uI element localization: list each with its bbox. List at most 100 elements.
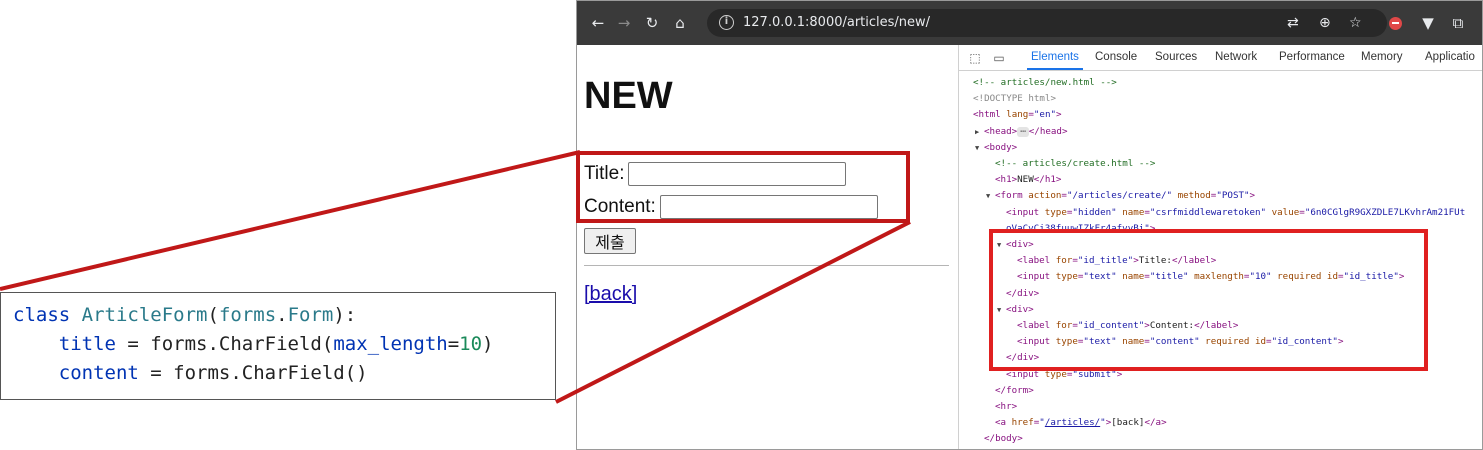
dom-token: Content: — [1149, 320, 1195, 331]
dom-line[interactable]: ▼ <div> — [997, 237, 1034, 253]
devtools-tab-sources[interactable]: Sources — [1155, 51, 1197, 63]
code-snippet: class ArticleForm(forms.Form): title = f… — [0, 292, 556, 400]
dom-line[interactable]: ▼ <form action="/articles/create/" method… — [986, 188, 1255, 204]
dom-token: name — [1116, 336, 1145, 348]
dom-token[interactable]: /articles/ — [1045, 417, 1100, 428]
home-icon[interactable]: ⌂ — [669, 12, 691, 34]
dom-token: "csrfmiddlewaretoken" — [1149, 206, 1267, 218]
zoom-icon[interactable]: ⊕ — [1319, 15, 1331, 31]
dom-token: "text" — [1083, 336, 1117, 348]
dom-line[interactable]: <!-- articles/create.html --> — [995, 156, 1155, 172]
collapsed-ellipsis-icon[interactable]: ⋯ — [1017, 126, 1029, 137]
dom-token: "POST" — [1216, 190, 1250, 202]
devtools-tab-performance[interactable]: Performance — [1279, 51, 1345, 63]
reload-icon[interactable]: ↻ — [641, 12, 663, 34]
arrow-right-icon[interactable]: → — [613, 12, 635, 34]
dom-token: action — [1028, 190, 1062, 202]
devtools-panel: ⬚ ▭ Elements Console Sources Network Perform… — [958, 45, 1482, 449]
expand-triangle-icon[interactable]: ▼ — [997, 237, 1006, 253]
title-input[interactable] — [628, 162, 847, 186]
dom-line[interactable]: ▼ <div> — [997, 302, 1034, 318]
content-input[interactable] — [659, 195, 878, 219]
dom-token: <!DOCTYPE html> — [973, 93, 1056, 105]
dom-token: </head> — [1028, 125, 1068, 137]
title-label: Title: — [584, 163, 625, 184]
devtools-tab-memory[interactable]: Memory — [1361, 51, 1403, 63]
dom-token: <div> — [1006, 239, 1034, 250]
url-text[interactable]: 127.0.0.1:8000/articles/new/ — [743, 15, 930, 30]
extension-block-icon[interactable] — [1389, 17, 1402, 30]
extension-v-icon[interactable]: ▼ — [1417, 12, 1439, 34]
dom-token: "id_content" — [1077, 320, 1145, 331]
dom-line[interactable]: <label for="id_title">Title:</label> — [1017, 253, 1216, 269]
device-toolbar-icon[interactable]: ▭ — [991, 50, 1007, 66]
extensions-puzzle-icon[interactable]: ⧉ — [1447, 12, 1469, 34]
code-token: ( — [207, 304, 219, 326]
devtools-tab-console[interactable]: Console — [1095, 51, 1137, 63]
dom-token: <input — [1006, 206, 1045, 218]
dom-token: <label — [1017, 255, 1056, 267]
dom-line[interactable]: <!DOCTYPE html> — [973, 91, 1056, 107]
dom-token: > — [1149, 222, 1156, 234]
code-token: Form — [287, 304, 334, 326]
submit-button[interactable]: 제출 — [584, 228, 636, 254]
dom-token: "id_title" — [1343, 271, 1399, 283]
expand-triangle-icon[interactable]: ▼ — [975, 140, 984, 156]
dom-line[interactable]: </div> — [1006, 286, 1039, 302]
dom-line[interactable]: <label for="id_content">Content:</label> — [1017, 318, 1238, 334]
devtools-tab-applicatio[interactable]: Applicatio — [1425, 51, 1475, 63]
info-icon[interactable]: i — [719, 15, 734, 30]
dom-token: <html — [973, 109, 1007, 121]
code-token: ): — [333, 304, 357, 326]
code-token: content — [58, 362, 139, 384]
dom-token: <!-- articles/create.html --> — [995, 158, 1156, 169]
code-token: max_length — [333, 333, 448, 355]
dom-line[interactable]: <input type="hidden" name="csrfmiddlewar… — [1006, 205, 1465, 221]
rendered-page: NEW Title: Content: 제출 [back] — [577, 45, 958, 449]
code-token: = forms.CharField( — [115, 333, 334, 355]
devtools-tab-elements[interactable]: Elements — [1027, 51, 1083, 70]
dom-line[interactable]: <html lang="en"> — [973, 107, 1062, 123]
dom-line[interactable]: oVaCvCi38fuuwIZkFr4afvvBi"> — [1006, 221, 1155, 237]
dom-token: required id — [1271, 271, 1338, 283]
dom-token: NEW — [1017, 174, 1034, 186]
dom-line[interactable]: <h1>NEW</h1> — [995, 172, 1061, 188]
translate-icon[interactable]: ⇄ — [1287, 15, 1299, 31]
devtools-tabbar: ⬚ ▭ Elements Console Sources Network Perform… — [959, 45, 1482, 71]
code-token: = — [447, 333, 460, 355]
dom-token: "/articles/create/" — [1066, 190, 1173, 202]
expand-triangle-icon[interactable]: ▼ — [986, 188, 995, 204]
dom-token: href — [1011, 417, 1034, 429]
expand-triangle-icon[interactable]: ▼ — [997, 302, 1006, 318]
dom-line[interactable]: </div> — [1006, 350, 1039, 366]
dom-token: "id_content" — [1271, 336, 1338, 348]
dom-line[interactable]: <hr> — [995, 399, 1017, 415]
dom-line[interactable]: <input type="text" name="content" requir… — [1017, 334, 1344, 350]
dom-line[interactable]: <a href="/articles/">[back]</a> — [995, 415, 1167, 431]
dom-token: <label — [1017, 320, 1056, 331]
dom-line[interactable]: ▼ <body> — [975, 140, 1017, 156]
code-token: ) — [482, 333, 494, 355]
address-bar[interactable]: i 127.0.0.1:8000/articles/new/ ⇄ ⊕ ☆ — [707, 9, 1387, 37]
dom-token: <!-- articles/new.html --> — [973, 77, 1117, 88]
dom-line[interactable]: <input type="text" name="title" maxlengt… — [1017, 269, 1404, 285]
dom-line[interactable]: </form> — [995, 383, 1034, 399]
dom-line[interactable]: <input type="submit"> — [1006, 367, 1122, 383]
dom-token: name — [1116, 206, 1145, 218]
dom-line[interactable]: </body> — [984, 431, 1023, 447]
dom-line[interactable]: ▶ <head> ⋯ </head> — [975, 124, 1067, 140]
code-token: title — [58, 333, 116, 355]
back-link[interactable]: [back] — [584, 283, 637, 306]
arrow-left-icon[interactable]: ← — [587, 12, 609, 34]
inspect-element-icon[interactable]: ⬚ — [967, 50, 983, 66]
dom-token: > — [1056, 109, 1062, 121]
devtools-tab-network[interactable]: Network — [1215, 51, 1257, 63]
collapse-triangle-icon[interactable]: ▶ — [975, 124, 984, 140]
dom-line[interactable]: <!-- articles/new.html --> — [973, 75, 1117, 91]
dom-token: oVaCvCi38fuuwIZkFr4afvvBi" — [1006, 222, 1150, 234]
code-line: class ArticleForm(forms.Form): — [13, 301, 555, 330]
dom-token: "submit" — [1072, 368, 1117, 380]
dom-token: method — [1172, 190, 1211, 202]
bookmark-star-icon[interactable]: ☆ — [1349, 15, 1362, 31]
